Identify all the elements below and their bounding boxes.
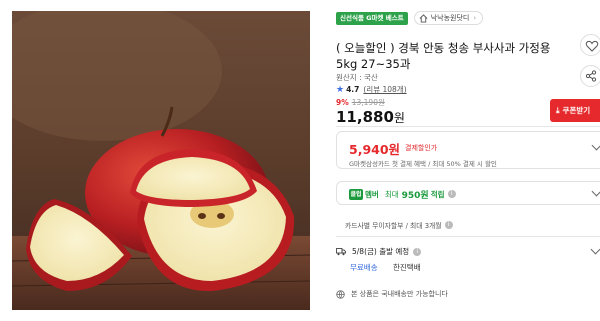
club-name: 멤버 [365, 189, 379, 199]
discount-row: 9% 13,190원 [336, 97, 385, 108]
shipping-carrier: 한진택배 [393, 263, 421, 272]
product-info-panel: 신선식품 G마켓 베스트 낙낙농원닷디 › ( 오늘할인 ) 경북 안동 청송 … [333, 0, 600, 321]
free-shipping: 무료배송 [350, 263, 378, 272]
product-title: ( 오늘할인 ) 경북 안동 청송 부사사과 가정용 5kg 27~35과 [336, 41, 551, 71]
coupon-label: 쿠폰받기 [562, 106, 591, 115]
truck-icon [336, 248, 346, 256]
info-icon[interactable]: i [447, 190, 456, 198]
chevron-down-icon[interactable] [591, 140, 600, 151]
domestic-shipping-notice: 본 상품은 국내배송만 가능합니다 [336, 289, 448, 299]
badge-row: 신선식품 G마켓 베스트 낙낙농원닷디 › [336, 11, 484, 25]
card-discount-offer[interactable]: 5,940원 결제할인가 G마켓삼성카드 첫 결제 혜택 / 최대 50% 결제… [336, 131, 600, 169]
price-unit: 원 [393, 111, 405, 125]
seller-chip[interactable]: 낙낙농원닷디 › [413, 11, 484, 25]
chevron-right-icon: › [473, 14, 477, 22]
notice-text: 본 상품은 국내배송만 가능합니다 [351, 290, 448, 298]
discount-price-label: 결제할인가 [405, 144, 438, 152]
globe-icon [336, 289, 345, 299]
points-suffix: 적립 [430, 189, 445, 199]
info-icon[interactable]: i [444, 221, 453, 229]
seller-name: 낙낙농원닷디 [430, 14, 470, 22]
chevron-down-icon[interactable] [591, 186, 600, 197]
original-price: 13,190원 [351, 98, 385, 107]
home-icon [419, 13, 428, 23]
download-icon: ⤓ [556, 105, 560, 115]
discount-percent: 9% [336, 98, 349, 107]
favorite-button[interactable] [580, 34, 600, 56]
points-max-label: 최대 [384, 189, 399, 199]
club-badge: 클럽 [349, 188, 363, 200]
delivery-row: 5/8(금) 출발 예정 i [336, 246, 422, 257]
apple-photo [12, 11, 310, 310]
installment-text: 카드사별 무이자할부 / 최대 3개월 [345, 222, 442, 230]
rating-score: 4.7 [346, 85, 360, 94]
chevron-down-icon[interactable] [590, 244, 600, 255]
star-icon: ★ [336, 84, 345, 95]
coupon-button[interactable]: ⤓ 쿠폰받기 [550, 99, 600, 122]
divider [336, 126, 600, 127]
best-badge: 신선식품 G마켓 베스트 [336, 11, 408, 25]
discount-price: 5,940원 [349, 142, 401, 157]
sale-price: 11,880원 [336, 108, 405, 126]
delivery-date: 5/8(금) 출발 예정 [352, 247, 410, 256]
card-club-points[interactable]: 클럽 멤버 최대 950원 적립 i [336, 181, 600, 205]
origin-info: 원산지 : 국산 [336, 73, 378, 82]
share-icon [585, 70, 597, 82]
share-button[interactable] [580, 65, 600, 87]
points-value: 950원 [401, 190, 429, 201]
heart-icon [585, 40, 599, 52]
product-image[interactable] [12, 11, 310, 310]
info-icon[interactable]: i [413, 247, 422, 256]
club-points-row: 클럽 멤버 최대 950원 적립 i [349, 188, 456, 201]
divider [336, 236, 600, 237]
review-count-link[interactable]: (리뷰 108개) [363, 84, 406, 95]
rating[interactable]: ★ 4.7 (리뷰 108개) [336, 84, 407, 95]
discount-note: G마켓삼성카드 첫 결제 혜택 / 최대 50% 결제 시 할인 [349, 160, 497, 168]
price-value: 11,880 [336, 108, 394, 126]
installment-info: 카드사별 무이자할부 / 최대 3개월 i [345, 220, 453, 230]
